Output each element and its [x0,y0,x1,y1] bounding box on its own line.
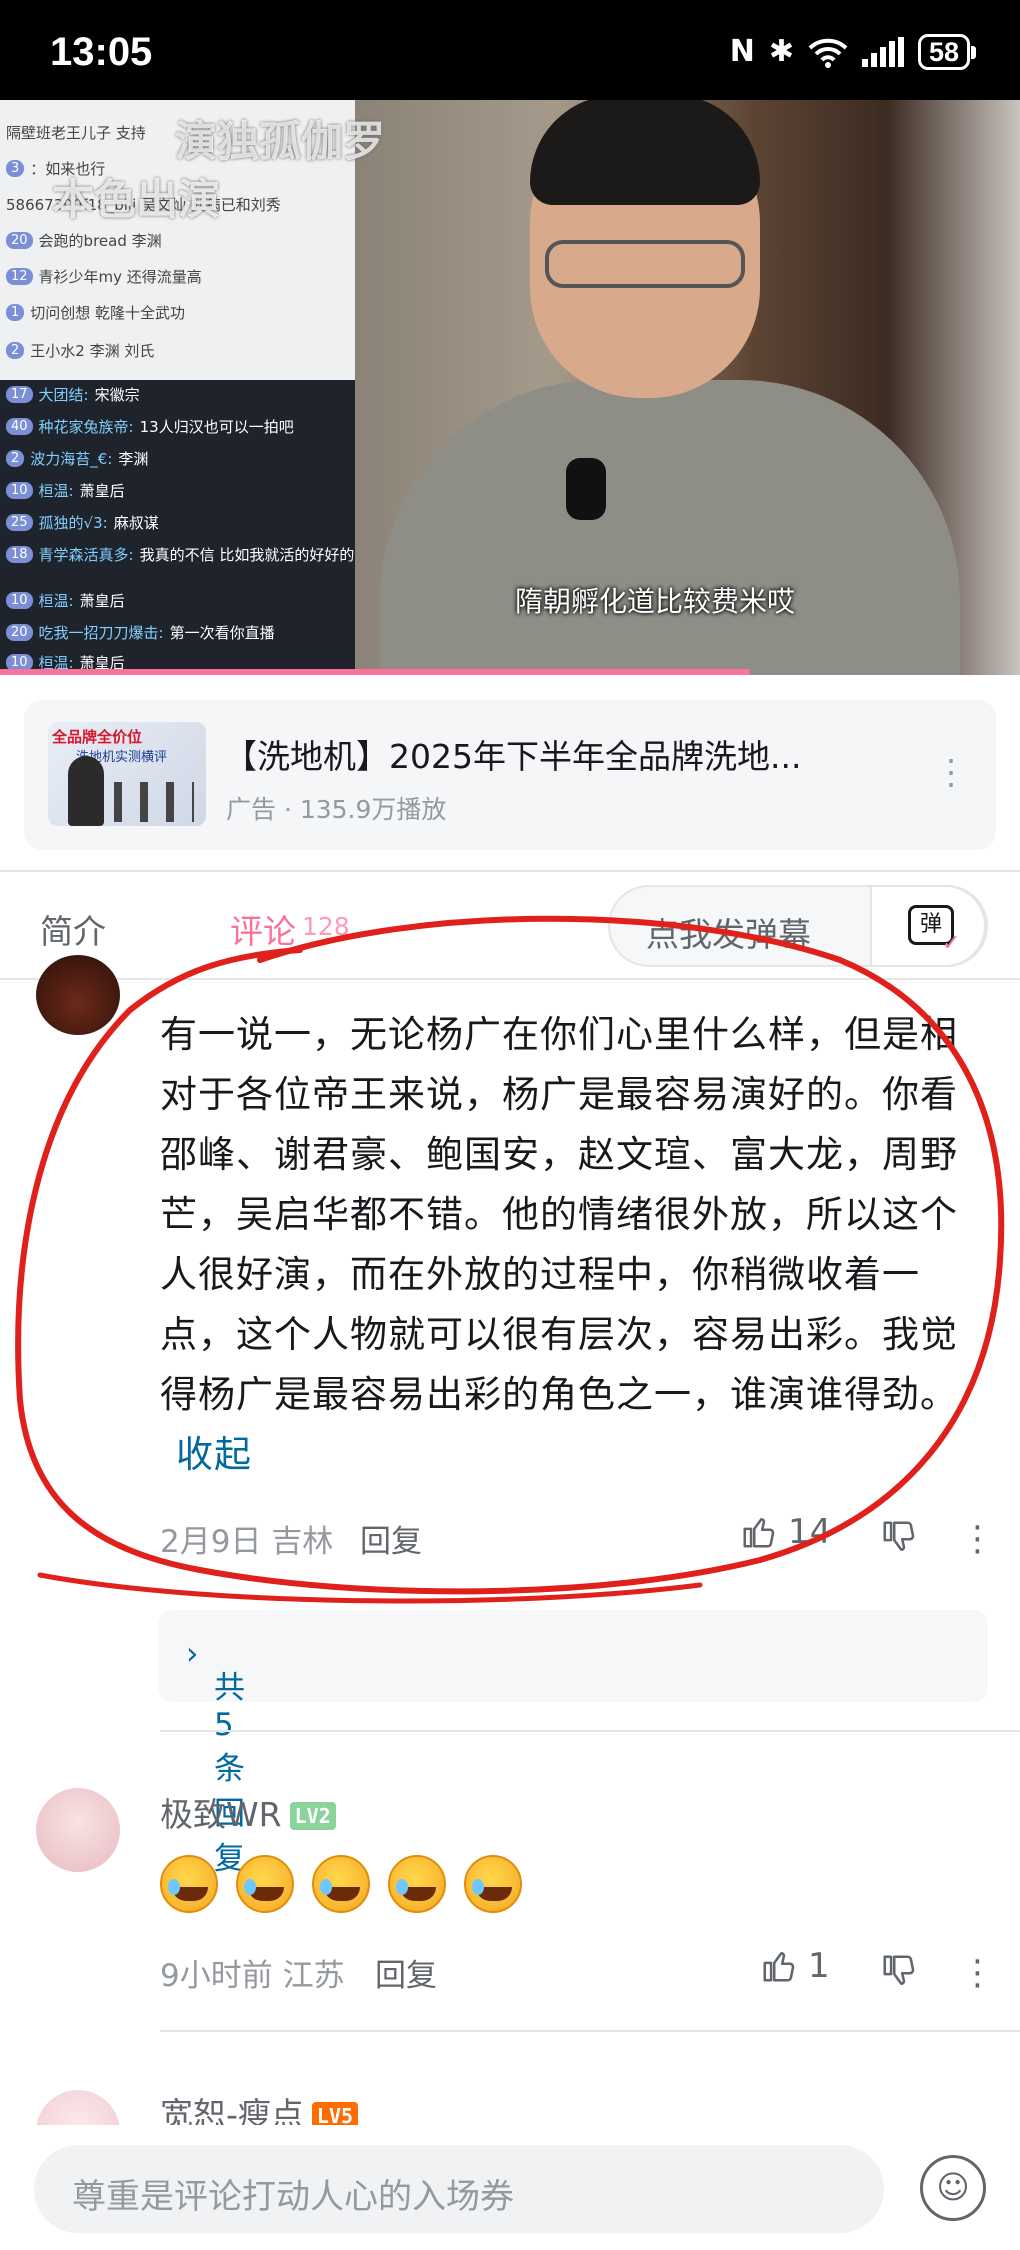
danmaku-toggle-button[interactable]: 弹 ✓ [870,885,986,967]
divider [160,1730,1020,1732]
chat-line: 10 桓温: 萧皇后 [6,590,125,611]
more-vertical-icon[interactable]: · · · [946,745,956,801]
chat-line: 20 会跑的bread 李渊 [6,230,162,251]
replies-expander[interactable]: 共5条回复 › [158,1610,988,1877]
chat-line: 隔壁班老王儿子 支持 [6,124,146,142]
like-button[interactable]: 14 [740,1512,831,1552]
comment-location: 江苏 [282,1958,345,1994]
ad-meta: 广告 · 135.9万播放 [226,795,447,824]
thumbs-down-icon[interactable] [880,1952,918,1990]
video-progress-bar[interactable] [0,669,750,675]
thumbs-up-icon [763,1952,795,1982]
chat-line: 17 大团结: 宋徽宗 [6,384,140,405]
presenter-body [380,380,960,675]
like-button[interactable]: 1 [760,1946,830,1986]
clock: 13:05 [50,30,153,74]
avatar[interactable] [36,955,120,1035]
like-count: 1 [808,1946,830,1986]
ad-thumbnail-person [68,756,104,826]
live-chat-dark: 17 大团结: 宋徽宗 40 种花家兔族帝: 13人归汉也可以一拍吧 2 波力海苔_€: 李… [0,380,355,675]
video-player[interactable]: 隋朝孵化道比较费米哎 隔壁班老王儿子 支持 3 ：如来也行 58667300f18… [0,100,1020,675]
more-vertical-icon[interactable]: · · · [972,1511,983,1569]
video-subtitle: 隋朝孵化道比较费米哎 [515,585,796,618]
presenter-glasses [545,240,745,288]
nfc-icon: N [729,34,755,69]
comment-location: 吉林 [271,1524,334,1560]
ad-thumbnail: 全品牌全价位 洗地机实测横评 [48,722,206,826]
ad-thumbnail-title: 全品牌全价位 [52,728,143,746]
comment-date: 9小时前 江苏 [160,1950,345,1995]
signal-icon [861,37,904,67]
avatar[interactable] [36,1788,120,1872]
status-bar: 13:05 N ✱ 58 [0,0,1020,100]
comment-date-text: 2月9日 [160,1524,262,1560]
laugh-cry-emoji-icon [236,1855,294,1913]
comment-input-bar: 尊重是评论打动人心的入场券 ☺ [0,2125,1020,2250]
chat-line: 1 切问创想 乾隆十全武功 [6,302,185,323]
bluetooth-icon: ✱ [768,34,794,69]
wifi-icon [808,38,848,68]
comment-date-text: 9小时前 [160,1958,273,1994]
comment-body: 有一说一，无论杨广在你们心里什么样，但是相对于各位帝王来说，杨广是最容易演好的。… [160,1013,958,1416]
thumbs-down-icon[interactable] [880,1518,918,1556]
reply-button[interactable]: 回复 [375,1950,437,1995]
laugh-cry-emoji-icon [160,1855,218,1913]
chat-line: 20 吃我一招刀刀爆击: 第一次看你直播 [6,622,275,643]
reply-button[interactable]: 回复 [360,1516,422,1561]
video-watermark: 本色出演 [52,175,221,224]
video-watermark: 演独孤伽罗 [175,117,386,166]
chat-line: 2 波力海苔_€: 李渊 [6,448,148,469]
tab-intro[interactable]: 简介 [40,905,106,953]
comment-input[interactable]: 尊重是评论打动人心的入场券 [34,2145,884,2233]
status-icons: N ✱ 58 [729,34,977,70]
laugh-cry-emoji-icon [464,1855,522,1913]
laugh-cry-emoji-icon [312,1855,370,1913]
emoji-row [160,1855,522,1913]
danmaku-input[interactable]: 点我发弹幕 弹 ✓ [608,885,988,967]
danmaku-placeholder: 点我发弹幕 [646,915,811,954]
tab-comments-count: 128 [302,912,350,941]
ad-title: 【洗地机】2025年下半年全品牌洗地... [224,737,802,776]
lapel-mic [566,458,606,520]
presenter-hair [530,100,760,205]
divider [0,870,1020,872]
thumbs-up-icon [743,1518,775,1548]
chat-line: 40 种花家兔族帝: 13人归汉也可以一拍吧 [6,416,294,437]
check-icon: ✓ [942,931,961,956]
chat-line: 10 桓温: 萧皇后 [6,480,125,501]
like-count: 14 [788,1512,832,1552]
divider [160,2030,1020,2032]
ad-card[interactable]: 全品牌全价位 洗地机实测横评 【洗地机】2025年下半年全品牌洗地... 广告 … [24,700,996,850]
comment-text: 有一说一，无论杨广在你们心里什么样，但是相对于各位帝王来说，杨广是最容易演好的。… [160,1005,990,1485]
emoji-picker-icon[interactable]: ☺ [920,2155,986,2221]
comment-input-placeholder: 尊重是评论打动人心的入场券 [72,2177,514,2217]
tab-comments[interactable]: 评论 [230,905,296,953]
chat-line: 18 青学森活真多: 我真的不信 比如我就活的好好的 [6,544,354,565]
comment-date: 2月9日 吉林 [160,1516,333,1561]
level-badge: LV2 [289,1802,336,1830]
chat-line: 12 青衫少年my 还得流量高 [6,266,202,287]
ad-thumbnail-products [114,782,194,822]
replies-summary: 共5条回复 › [186,1636,245,1877]
chat-line: 2 王小水2 李渊 刘氏 [6,340,154,361]
laugh-cry-emoji-icon [388,1855,446,1913]
more-vertical-icon[interactable]: · · · [972,1945,983,2003]
battery-indicator: 58 [917,34,977,70]
chat-line: 25 孤独的√3: 麻叔谋 [6,512,159,533]
collapse-link[interactable]: 收起 [176,1433,252,1476]
divider [0,978,1020,980]
comment-username[interactable]: 极致WR LV2 [160,1788,336,1836]
